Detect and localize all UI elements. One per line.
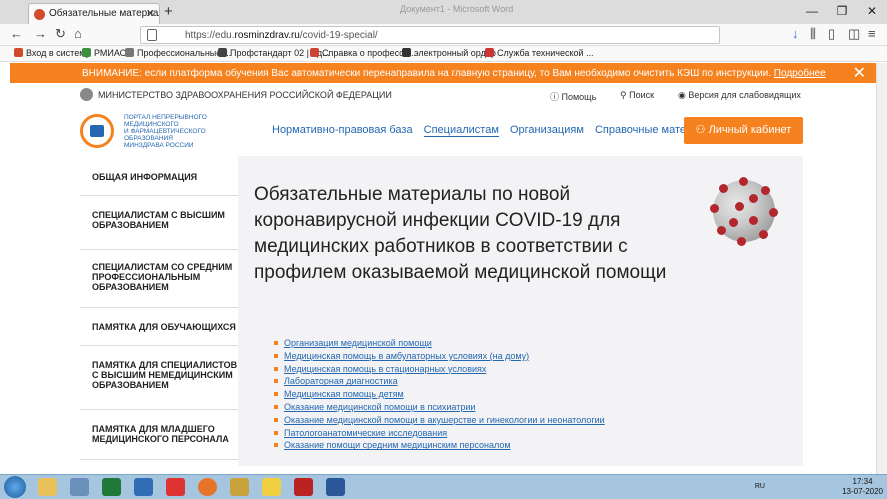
new-tab-icon[interactable]: +	[164, 3, 173, 20]
emblem-icon	[80, 88, 93, 101]
window-controls: — ❐ ✕	[797, 0, 887, 24]
lock-icon	[147, 29, 157, 41]
reload-icon[interactable]: ↻	[55, 26, 66, 42]
content-panel: Обязательные материалы по новой коронави…	[238, 156, 803, 466]
tab-title: Обязательные материалы по	[49, 8, 159, 19]
cache-alert-banner: ВНИМАНИЕ: если платформа обучения Вас ав…	[10, 63, 876, 83]
home-icon[interactable]: ⌂	[74, 26, 82, 41]
list-item[interactable]: Патологоанатомические исследования	[274, 427, 605, 440]
pocket-icon[interactable]: ◫	[848, 26, 860, 42]
list-item[interactable]: Организация медицинской помощи	[274, 337, 605, 350]
clock-date: 13-07-2020	[842, 487, 883, 496]
sidebar-item-junior-staff-memo[interactable]: ПАМЯТКА ДЛЯ МЛАДШЕГО МЕДИЦИНСКОГО ПЕРСОН…	[80, 410, 238, 460]
app-icon[interactable]	[230, 478, 249, 496]
sidebar-item-nonmedical-memo[interactable]: ПАМЯТКА ДЛЯ СПЕЦИАЛИСТОВ С ВЫСШИМ НЕМЕДИ…	[80, 346, 238, 410]
taskbar: RU 17:34 13-07-2020	[0, 474, 887, 499]
1c-icon[interactable]	[262, 478, 281, 496]
excel-icon[interactable]	[102, 478, 121, 496]
list-item[interactable]: Оказание медицинской помощи в акушерстве…	[274, 414, 605, 427]
list-item[interactable]: Лабораторная диагностика	[274, 375, 605, 388]
bookmark-item[interactable]: Вход в систему	[14, 48, 90, 58]
alert-text: ВНИМАНИЕ: если платформа обучения Вас ав…	[82, 68, 772, 79]
sidebar-item-secondary-edu[interactable]: СПЕЦИАЛИСТАМ СО СРЕДНИМ ПРОФЕССИОНАЛЬНЫМ…	[80, 250, 238, 308]
site-favicon-icon	[34, 9, 45, 20]
main-navigation: Нормативно-правовая база Специалистам Ор…	[272, 124, 727, 137]
list-item[interactable]: Медицинская помощь в стационарных услови…	[274, 363, 605, 376]
forward-arrow-icon[interactable]: →	[34, 26, 47, 41]
language-indicator[interactable]: RU	[755, 483, 765, 490]
list-item[interactable]: Медицинская помощь детям	[274, 388, 605, 401]
list-item[interactable]: Оказание медицинской помощи в психиатрии	[274, 401, 605, 414]
browser-tab[interactable]: Обязательные материалы по ✕	[28, 3, 160, 24]
materials-list: Организация медицинской помощи Медицинск…	[274, 337, 605, 452]
app-icon[interactable]	[70, 478, 89, 496]
clock[interactable]: 17:34 13-07-2020	[842, 477, 883, 497]
tab-bar: Обязательные материалы по ✕ + Документ1 …	[0, 0, 887, 24]
close-window-icon[interactable]: ✕	[857, 0, 887, 24]
personal-cabinet-button[interactable]: ⚇ Личный кабинет	[684, 117, 803, 144]
ministry-header: МИНИСТЕРСТВО ЗДРАВООХРАНЕНИЯ РОССИЙСКОЙ …	[80, 88, 810, 102]
nav-legal-base[interactable]: Нормативно-правовая база	[272, 124, 413, 136]
nav-organizations[interactable]: Организациям	[510, 124, 584, 136]
firefox-icon[interactable]	[198, 478, 217, 496]
app-icon[interactable]	[166, 478, 185, 496]
bookmarks-bar: Вход в систему РМИАС Профессиональные ..…	[0, 46, 887, 62]
word-icon[interactable]	[326, 478, 345, 496]
alert-more-link[interactable]: Подробнее	[774, 68, 826, 79]
back-arrow-icon[interactable]: ←	[10, 26, 23, 41]
app-icon[interactable]	[134, 478, 153, 496]
download-icon[interactable]: ↓	[792, 26, 799, 41]
cabinet-label: Личный кабинет	[708, 124, 792, 136]
sidebar-item-general[interactable]: ОБЩАЯ ИНФОРМАЦИЯ	[80, 156, 238, 196]
ministry-name: МИНИСТЕРСТВО ЗДРАВООХРАНЕНИЯ РОССИЙСКОЙ …	[80, 88, 392, 101]
low-vision-link[interactable]: ◉ Версия для слабовидящих	[678, 90, 801, 101]
sidebar-menu: ОБЩАЯ ИНФОРМАЦИЯ СПЕЦИАЛИСТАМ С ВЫСШИМ О…	[80, 156, 238, 466]
url-path: /covid-19-special/	[299, 30, 378, 41]
bookmark-item[interactable]: электронный ордер	[402, 48, 496, 58]
logo-text: Портал непрерывного медицинского и фарма…	[124, 114, 207, 149]
browser-toolbar: ← → ↻ ⌂ https://edu.rosminzdrav.ru/covid…	[0, 24, 887, 46]
sidebar-toggle-icon[interactable]: ▯	[828, 26, 835, 42]
url-domain: rosminzdrav.ru	[234, 30, 300, 41]
portal-logo[interactable]: Портал непрерывного медицинского и фарма…	[80, 112, 250, 149]
page-scrollbar[interactable]	[876, 63, 887, 474]
address-bar[interactable]: https://edu.rosminzdrav.ru/covid-19-spec…	[140, 26, 720, 44]
user-icon: ⚇	[695, 124, 706, 136]
bookmark-item[interactable]: РМИАС	[82, 48, 126, 58]
nav-specialists[interactable]: Специалистам	[423, 124, 499, 137]
help-link[interactable]: ⓘ Помощь	[550, 90, 596, 103]
explorer-icon[interactable]	[38, 478, 57, 496]
search-link[interactable]: ⚲ Поиск	[620, 90, 654, 101]
page-title: Обязательные материалы по новой коронави…	[254, 184, 667, 283]
logo-icon	[80, 114, 114, 148]
library-icon[interactable]: ⫼	[810, 26, 816, 42]
sidebar-item-higher-edu[interactable]: СПЕЦИАЛИСТАМ С ВЫСШИМ ОБРАЗОВАНИЕМ	[80, 196, 238, 250]
minimize-icon[interactable]: —	[797, 0, 827, 24]
menu-icon[interactable]: ≡	[868, 26, 876, 41]
coronavirus-image	[710, 177, 778, 246]
background-window-title: Документ1 - Microsoft Word	[400, 4, 514, 14]
app-icon[interactable]	[294, 478, 313, 496]
url-prefix: https://edu.	[185, 30, 235, 41]
bookmark-item[interactable]: Справка о професси...	[310, 48, 416, 58]
bookmark-item[interactable]: Служба технической ...	[485, 48, 594, 58]
clock-time: 17:34	[852, 477, 873, 486]
close-tab-icon[interactable]: ✕	[146, 7, 155, 20]
list-item[interactable]: Оказание помощи средним медицинским перс…	[274, 439, 605, 452]
list-item[interactable]: Медицинская помощь в амбулаторных услови…	[274, 350, 605, 363]
start-button[interactable]	[4, 476, 26, 498]
bookmark-item[interactable]: Профессиональные ...	[125, 48, 231, 58]
close-icon[interactable]: ✕	[853, 63, 866, 83]
sidebar-item-student-memo[interactable]: ПАМЯТКА ДЛЯ ОБУЧАЮЩИХСЯ	[80, 308, 238, 346]
maximize-icon[interactable]: ❐	[827, 0, 857, 24]
